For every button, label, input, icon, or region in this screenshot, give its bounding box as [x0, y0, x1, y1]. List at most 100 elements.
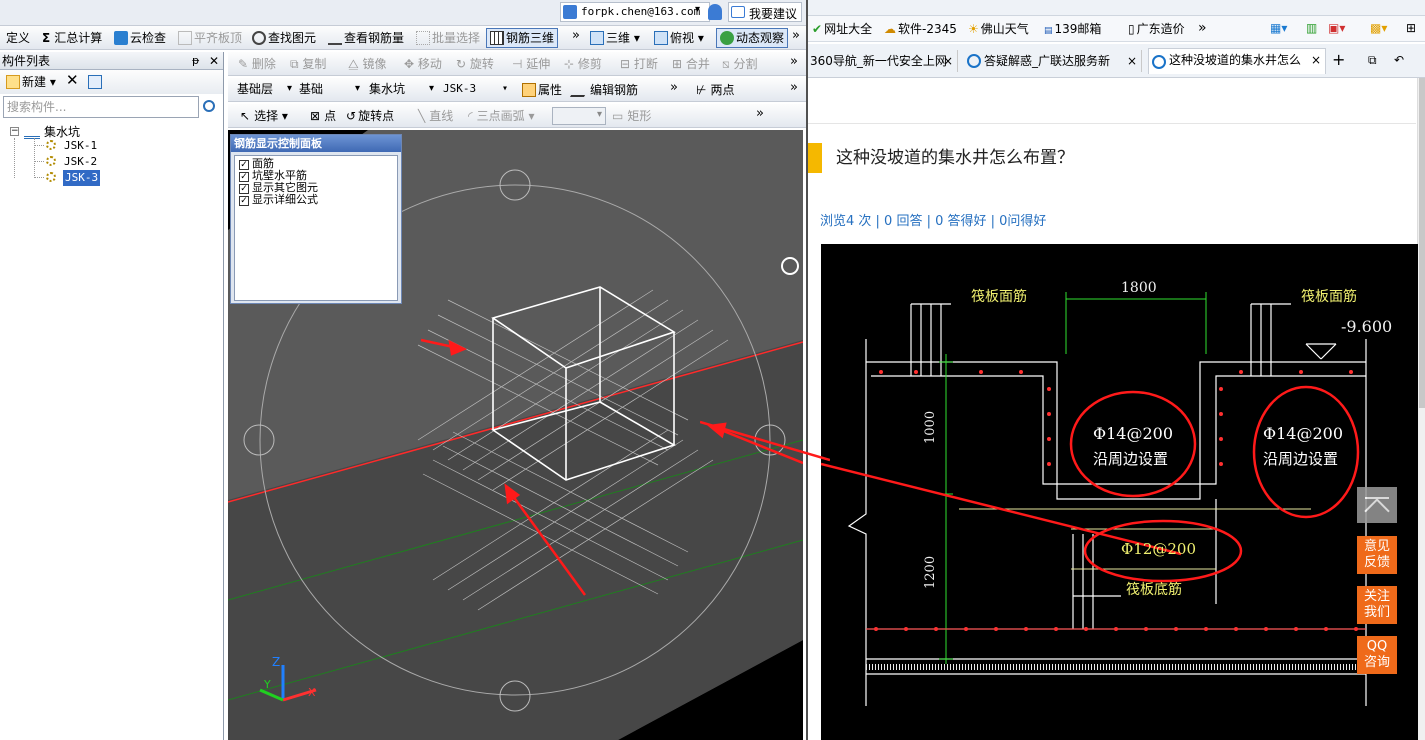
gear-icon [46, 156, 56, 166]
elevation-label: -9.600 [1341, 317, 1392, 336]
rect-icon: ▭ [612, 109, 624, 123]
bookmark-3[interactable]: ☀ 佛山天气 [968, 21, 1029, 37]
tools-icon[interactable]: ▩▾ [1370, 20, 1387, 36]
rotate-point-button[interactable]: ↺ 旋转点 [346, 108, 394, 124]
option-show-formula[interactable]: ✓ 显示详细公式 [239, 194, 318, 206]
back-to-top-button[interactable] [1357, 487, 1397, 524]
box-icon [654, 31, 668, 45]
collapse-icon[interactable]: − [10, 127, 19, 136]
cloud-icon: ☁ [884, 22, 896, 36]
new-tab-icon[interactable]: + [1332, 52, 1345, 68]
search-icon[interactable] [203, 100, 215, 112]
pdf-icon[interactable]: ▣▾ [1328, 20, 1345, 36]
rebar-grid-icon [490, 31, 504, 45]
component-select[interactable]: JSK-3 [440, 81, 510, 99]
grid-icon[interactable]: ⊞ [1406, 20, 1416, 36]
cloud-check-button[interactable]: 云检查 [114, 30, 166, 46]
tab-1[interactable]: 360导航_新一代安全上网 × [808, 50, 958, 72]
delete-icon[interactable]: ✕ [66, 72, 79, 88]
checkbox-icon: ✓ [239, 184, 249, 194]
tree-item-jsk1[interactable]: JSK-1 [64, 138, 97, 154]
tab-3-active[interactable]: 这种没坡道的集水井怎么 × [1148, 48, 1326, 74]
pin-icon[interactable]: ᵽ [192, 53, 199, 69]
select-button[interactable]: ↖ 选择 ▾ [240, 108, 288, 124]
feedback-side-button[interactable]: 意见反馈 [1357, 536, 1397, 574]
close-icon[interactable]: × [1127, 50, 1137, 72]
close-icon[interactable]: ✕ [209, 53, 219, 69]
book-icon[interactable]: ▥ [1306, 20, 1317, 36]
bookmark-bar: ✔ 网址大全 ☁ 软件-2345 ☀ 佛山天气 ▤ 139邮箱 ▯ 广东造价 » ▦▾ ▥… [808, 16, 1425, 42]
overflow-chevron-icon[interactable]: » [572, 28, 580, 44]
feedback-button[interactable]: 我要建议 [728, 2, 802, 22]
overflow-chevron-icon[interactable]: » [792, 28, 800, 44]
tree-item-jsk2[interactable]: JSK-2 [64, 154, 97, 170]
top-view-dropdown[interactable]: 俯视 ▾ [654, 30, 704, 46]
scrollbar-thumb[interactable] [1419, 78, 1425, 408]
tab-2[interactable]: 答疑解惑_广联达服务新 × [964, 50, 1142, 72]
tab-strip: 360导航_新一代安全上网 × 答疑解惑_广联达服务新 × 这种没坡道的集水井怎么 ×… [808, 44, 1425, 78]
pane-title: 构件列表 [2, 54, 51, 68]
overflow-chevron-icon[interactable]: » [756, 106, 764, 122]
line-icon: ╲ [418, 109, 426, 123]
bell-icon[interactable] [708, 4, 722, 20]
panel-title: 钢筋显示控制面板 [231, 135, 401, 152]
slab-icon [178, 31, 192, 45]
copy-button: ⧉ 复制 [290, 57, 327, 71]
properties-button[interactable]: 属性 [522, 82, 562, 98]
find-element-button[interactable]: 查找图元 [252, 30, 316, 46]
new-icon [6, 75, 20, 89]
rebar-3d-button[interactable]: 钢筋三维 [486, 28, 559, 48]
bookmark-2[interactable]: ☁ 软件-2345 [884, 21, 957, 37]
restore-icon[interactable]: ⧉ [1368, 52, 1377, 68]
browser-window: ✔ 网址大全 ☁ 软件-2345 ☀ 佛山天气 ▤ 139邮箱 ▯ 广东造价 » ▦▾ ▥… [806, 0, 1425, 740]
apps-icon[interactable]: ▦▾ [1270, 20, 1287, 36]
overflow-chevron-icon[interactable]: » [1198, 20, 1207, 36]
qq-side-button[interactable]: QQ咨询 [1357, 636, 1397, 674]
feedback-label: 我要建议 [749, 7, 798, 21]
pane-toolbar: 新建 ▾ ✕ [0, 70, 223, 94]
point-icon: ⊠ [310, 109, 321, 123]
type-select[interactable]: 集水坑 [366, 81, 436, 99]
view3d-dropdown[interactable]: 三维 ▾ [590, 30, 640, 46]
two-points-button[interactable]: ⊬ 两点 [696, 82, 734, 98]
define-button[interactable]: 定义 [6, 30, 30, 46]
cad-drawing[interactable]: 筏板面筋 筏板面筋 1800 -9.600 1000 1200 Φ14@200 … [821, 244, 1418, 740]
tree-item-jsk3[interactable]: JSK-3 [63, 170, 101, 186]
layer-select[interactable]: 基础层 [234, 81, 294, 99]
new-component-button[interactable]: 新建 ▾ [6, 74, 56, 90]
close-icon[interactable]: × [943, 50, 953, 72]
view-rebar-button[interactable]: 查看钢筋量 [328, 30, 404, 46]
edit-rebar-button[interactable]: 编辑钢筋 [569, 82, 638, 98]
bookmark-5[interactable]: ▯ 广东造价 [1128, 21, 1185, 37]
bookmark-4[interactable]: ▤ 139邮箱 [1044, 21, 1101, 39]
undo-icon[interactable]: ↶ [1394, 52, 1404, 68]
category-select[interactable]: 基础 [296, 81, 362, 99]
search-input[interactable]: 搜索构件... [3, 96, 199, 118]
overflow-chevron-icon[interactable]: » [790, 54, 798, 70]
question-stats[interactable]: 浏览4 次 | 0 回答 | 0 答得好 | 0问得好 [820, 210, 1046, 229]
site-icon [1152, 55, 1166, 69]
overflow-chevron-icon[interactable]: » [670, 80, 678, 96]
scrollbar-track[interactable] [1417, 78, 1425, 740]
sum-button[interactable]: Σ 汇总计算 [42, 30, 102, 46]
panel-options: ✓ 面筋 ✓ 坑壁水平筋 ✓ 显示其它图元 ✓ 显示详细公式 [234, 155, 398, 301]
dynamic-orbit-button[interactable]: 动态观察 [716, 28, 789, 48]
rect-button: ▭ 矩形 [612, 109, 652, 123]
check-icon: ✔ [812, 22, 823, 36]
checkbox-icon: ✓ [239, 172, 249, 182]
bookmark-1[interactable]: ✔ 网址大全 [812, 21, 872, 37]
note-2-spec: Φ14@200 [1263, 424, 1343, 443]
line-button: ╲ 直线 [418, 109, 454, 123]
account-menu[interactable]: forpk.chen@163.com ▾ [560, 2, 710, 22]
copy-icon[interactable] [88, 74, 104, 90]
account-email: forpk.chen@163.com [581, 5, 701, 18]
pane-header: 构件列表 ᵽ ✕ [0, 52, 223, 70]
pencil-icon [569, 83, 593, 97]
follow-side-button[interactable]: 关注我们 [1357, 586, 1397, 624]
arc3-button: ◜ 三点画弧 ▾ [468, 109, 535, 123]
point-button[interactable]: ⊠ 点 [310, 108, 336, 124]
overflow-chevron-icon[interactable]: » [790, 80, 798, 96]
grid-icon [416, 31, 430, 45]
note-1-spec: Φ14@200 [1093, 424, 1173, 443]
close-icon[interactable]: × [1311, 49, 1321, 71]
